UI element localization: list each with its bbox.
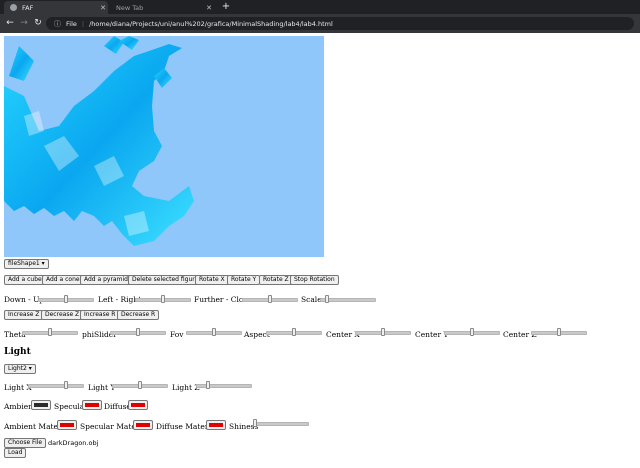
light-x-slider[interactable] — [28, 381, 84, 389]
new-tab-button[interactable]: + — [220, 1, 232, 13]
back-arrow-icon[interactable]: ← — [4, 17, 16, 29]
webgl-canvas[interactable] — [4, 36, 324, 257]
rotate-z-button[interactable]: Rotate Z — [259, 275, 293, 285]
url-text: /home/diana/Projects/uni/anul%202/grafic… — [89, 19, 333, 28]
theta-slider[interactable] — [22, 328, 78, 336]
close-icon[interactable]: ✕ — [98, 4, 108, 12]
fov-slider[interactable] — [186, 328, 242, 336]
increase-r-button[interactable]: Increase R — [80, 310, 120, 320]
tab-new-tab[interactable]: New Tab ✕ — [110, 1, 214, 14]
specular-color-picker[interactable] — [82, 400, 102, 410]
decrease-z-button[interactable]: Decrease Z — [41, 310, 84, 320]
shiness-slider[interactable] — [253, 419, 309, 427]
scale-slider[interactable] — [320, 295, 376, 303]
specular-material-color-picker[interactable] — [133, 420, 153, 430]
choose-file-button[interactable]: Choose File — [4, 438, 47, 448]
diffuse-color-picker[interactable] — [128, 400, 148, 410]
left-right-slider[interactable] — [135, 295, 191, 303]
diffuse-material-color-picker[interactable] — [206, 420, 226, 430]
diffuse-label: Diffuse — [104, 402, 131, 411]
tab-strip: FAF ✕ New Tab ✕ + — [0, 0, 640, 14]
down-up-slider[interactable] — [38, 295, 94, 303]
tab-label: FAF — [22, 3, 34, 12]
load-button[interactable]: Load — [4, 448, 27, 458]
address-bar[interactable]: ⓘ File | /home/diana/Projects/uni/anul%2… — [46, 17, 634, 30]
fov-label: Fov — [170, 330, 184, 339]
center-x-slider[interactable] — [355, 328, 411, 336]
center-y-slider[interactable] — [444, 328, 500, 336]
shape-select[interactable]: fileShape1 ▾ — [4, 259, 49, 269]
phi-slider[interactable] — [110, 328, 166, 336]
stop-rotation-button[interactable]: Stop Rotation — [290, 275, 339, 285]
url-scheme: File — [66, 19, 77, 28]
light-heading: Light — [4, 347, 31, 357]
url-separator: | — [81, 19, 85, 28]
add-pyramid-button[interactable]: Add a pyramid — [80, 275, 132, 285]
light-select[interactable]: Light2 ▾ — [4, 364, 36, 374]
dragon-model-render — [4, 36, 194, 246]
dragon-shape — [4, 36, 194, 246]
shape-select-value: fileShape1 — [8, 260, 40, 267]
reload-icon[interactable]: ↻ — [32, 17, 44, 29]
ambient-color-picker[interactable] — [31, 400, 51, 410]
forward-arrow-icon[interactable]: → — [18, 17, 30, 29]
further-closer-slider[interactable] — [242, 295, 298, 303]
light-select-value: Light2 — [8, 365, 27, 372]
increase-z-button[interactable]: Increase Z — [4, 310, 44, 320]
browser-toolbar: ← → ↻ ⓘ File | /home/diana/Projects/uni/… — [0, 14, 640, 33]
selected-filename: darkDragon.obj — [48, 439, 99, 447]
close-icon[interactable]: ✕ — [204, 4, 214, 12]
center-z-slider[interactable] — [531, 328, 587, 336]
scale-label: Scale — [301, 295, 322, 304]
light-y-slider[interactable] — [112, 381, 168, 389]
add-cube-button[interactable]: Add a cube — [4, 275, 46, 285]
ambient-material-color-picker[interactable] — [57, 420, 77, 430]
page-content: fileShape1 ▾ Add a cube Add a cone Add a… — [0, 33, 640, 468]
light-z-slider[interactable] — [196, 381, 252, 389]
tab-label: New Tab — [116, 3, 144, 12]
delete-figure-button[interactable]: Delete selected figure — [128, 275, 203, 285]
browser-chrome: FAF ✕ New Tab ✕ + ← → ↻ ⓘ File | /home/d… — [0, 0, 640, 33]
decrease-r-button[interactable]: Decrease R — [117, 310, 160, 320]
aspect-slider[interactable] — [266, 328, 322, 336]
rotate-x-button[interactable]: Rotate X — [195, 275, 229, 285]
globe-icon — [10, 4, 17, 11]
add-cone-button[interactable]: Add a cone — [42, 275, 84, 285]
info-icon[interactable]: ⓘ — [54, 19, 61, 29]
rotate-y-button[interactable]: Rotate Y — [227, 275, 261, 285]
tab-faf[interactable]: FAF ✕ — [4, 1, 108, 14]
